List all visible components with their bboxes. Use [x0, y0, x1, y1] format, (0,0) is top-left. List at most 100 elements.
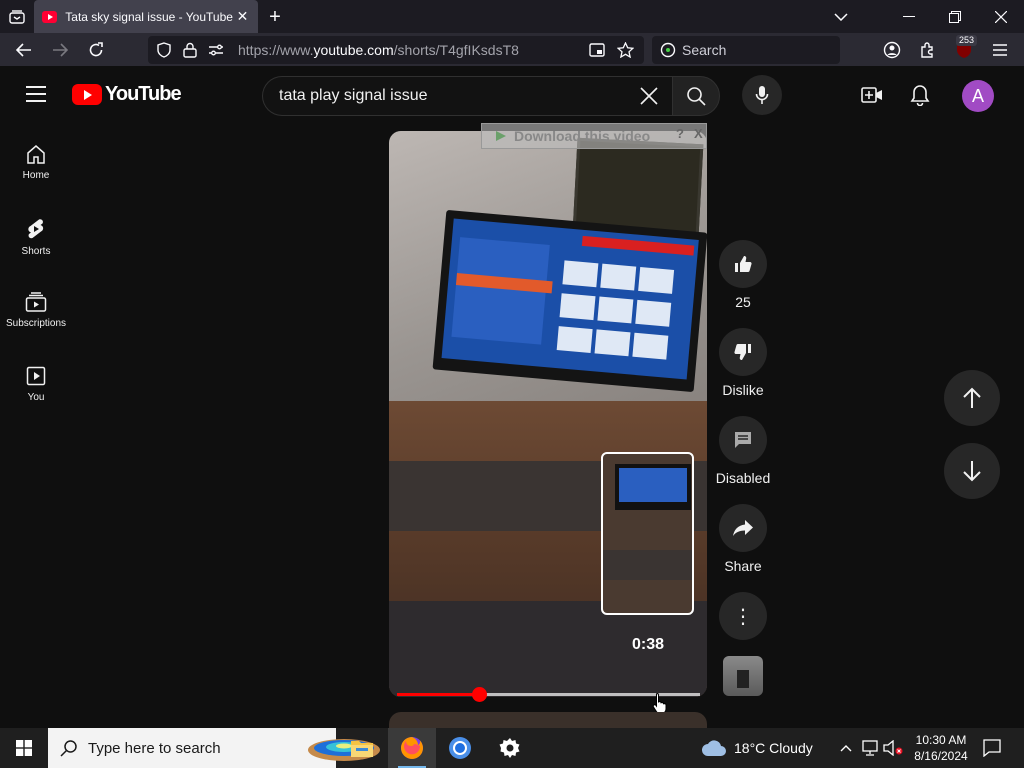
sidebar-item-shorts[interactable]: Shorts: [0, 218, 72, 282]
youtube-header: YouTube tata play signal issue A: [0, 66, 1024, 124]
firefox-icon: [401, 737, 423, 759]
download-help-icon[interactable]: ?: [676, 126, 684, 141]
youtube-search-input[interactable]: tata play signal issue: [262, 76, 672, 116]
taskbar-chromium[interactable]: [436, 728, 484, 768]
close-window-icon[interactable]: [978, 0, 1024, 33]
extensions-icon[interactable]: [918, 41, 938, 59]
browser-nav-bar: https://www.youtube.com/shorts/T4gfIKsds…: [0, 33, 1024, 66]
download-close-icon[interactable]: X: [694, 126, 703, 141]
browser-tab-bar: Tata sky signal issue - YouTube ✕ +: [0, 0, 1024, 33]
share-button[interactable]: [719, 504, 767, 552]
windows-logo-icon: [16, 740, 32, 756]
dislike-label: Dislike: [722, 382, 764, 398]
windows-taskbar: Type here to search 18°C Cloudy 10:30 AM…: [0, 728, 1024, 768]
more-actions-icon[interactable]: ⋮: [719, 592, 767, 640]
like-button[interactable]: [719, 240, 767, 288]
chromium-icon: [449, 737, 471, 759]
windows-start-button[interactable]: [0, 728, 48, 768]
download-video-overlay[interactable]: Download this video ? X: [481, 123, 707, 149]
forward-icon[interactable]: [48, 38, 72, 62]
sidebar-item-you[interactable]: You: [0, 366, 72, 430]
sidebar-item-home[interactable]: Home: [0, 144, 72, 208]
back-icon[interactable]: [12, 38, 36, 62]
list-all-tabs-icon[interactable]: [818, 0, 864, 33]
weather-cloud-icon[interactable]: [700, 738, 728, 758]
taskbar-search-icon: [60, 740, 77, 757]
taskbar-firefox[interactable]: [388, 728, 436, 768]
app-menu-icon[interactable]: [990, 41, 1010, 59]
browser-search-bar[interactable]: Search: [652, 36, 840, 64]
comments-label: Disabled: [715, 470, 771, 486]
taskbar-file-explorer[interactable]: [338, 728, 386, 768]
minimize-icon[interactable]: [886, 0, 932, 33]
like-count: 25: [735, 294, 751, 310]
tab-list-icon[interactable]: [6, 6, 28, 28]
subscriptions-icon: [25, 292, 47, 312]
sidebar-label-home: Home: [22, 170, 50, 181]
youtube-logo[interactable]: YouTube: [72, 83, 182, 106]
notification-center-icon[interactable]: [982, 738, 1002, 758]
audio-source-thumbnail[interactable]: [723, 656, 763, 696]
bookmark-star-icon[interactable]: [616, 41, 634, 59]
clock-date: 8/16/2024: [914, 749, 968, 763]
lock-icon[interactable]: [182, 42, 198, 58]
create-video-icon[interactable]: [860, 84, 884, 106]
sidebar-item-subscriptions[interactable]: Subscriptions: [0, 292, 72, 356]
tab-close-icon[interactable]: ✕: [233, 7, 252, 27]
browser-search-placeholder: Search: [682, 42, 727, 58]
home-icon: [27, 145, 45, 164]
permissions-icon[interactable]: [208, 42, 224, 58]
seek-preview-time: 0:38: [631, 636, 665, 653]
arrow-up-icon: [963, 387, 981, 408]
comment-icon: [735, 432, 751, 448]
microphone-icon: [755, 86, 769, 104]
file-explorer-icon: [351, 741, 373, 757]
taskbar-search-box[interactable]: Type here to search: [48, 728, 380, 768]
url-bar[interactable]: https://www.youtube.com/shorts/T4gfIKsds…: [148, 36, 644, 64]
share-label: Share: [724, 558, 762, 574]
seek-preview-thumbnail: [601, 452, 694, 615]
search-engine-icon: [660, 42, 676, 58]
taskbar-search-text: Type here to search: [88, 740, 221, 757]
account-icon[interactable]: [882, 41, 902, 59]
volume-muted-icon[interactable]: [882, 739, 904, 757]
comments-button[interactable]: [719, 416, 767, 464]
extension-badge: 253: [956, 35, 978, 46]
youtube-search-button[interactable]: [672, 76, 720, 116]
reload-icon[interactable]: [84, 38, 108, 62]
notifications-bell-icon[interactable]: [908, 83, 932, 107]
guide-menu-icon[interactable]: [26, 86, 46, 102]
previous-short-button[interactable]: [944, 370, 1000, 426]
network-icon[interactable]: [860, 739, 880, 757]
thumbs-down-icon: [734, 344, 751, 360]
avatar[interactable]: A: [962, 80, 994, 112]
picture-in-picture-icon[interactable]: [588, 42, 606, 58]
clear-search-icon[interactable]: [635, 82, 663, 110]
dislike-button[interactable]: [719, 328, 767, 376]
progress-scrubber-handle[interactable]: [471, 687, 487, 702]
next-short-peek[interactable]: [389, 712, 707, 728]
search-query-text: tata play signal issue: [279, 87, 428, 104]
taskbar-settings[interactable]: [486, 728, 534, 768]
next-short-button[interactable]: [944, 443, 1000, 499]
share-icon: [733, 520, 753, 536]
video-frame-tv: [432, 209, 707, 393]
youtube-favicon-icon: [42, 10, 58, 23]
sidebar-label-subscriptions: Subscriptions: [5, 318, 67, 329]
shield-icon[interactable]: [156, 42, 172, 58]
show-hidden-icons-chevron-icon[interactable]: [838, 740, 854, 756]
youtube-logo-text: YouTube: [105, 83, 182, 105]
restore-icon[interactable]: [932, 0, 978, 33]
clock-time: 10:30 AM: [915, 733, 967, 747]
sidebar-label-shorts: Shorts: [21, 246, 51, 257]
voice-search-button[interactable]: [742, 75, 782, 115]
settings-gear-icon: [499, 738, 520, 758]
tab-title: Tata sky signal issue - YouTube: [65, 9, 233, 24]
new-tab-icon[interactable]: +: [264, 6, 286, 28]
weather-text[interactable]: 18°C Cloudy: [734, 740, 813, 756]
download-video-text: Download this video: [514, 128, 651, 144]
youtube-logo-icon: [72, 84, 102, 105]
thumbs-up-icon: [735, 256, 752, 272]
browser-tab[interactable]: Tata sky signal issue - YouTube ✕: [34, 0, 258, 33]
taskbar-clock[interactable]: 10:30 AM 8/16/2024: [905, 732, 977, 764]
